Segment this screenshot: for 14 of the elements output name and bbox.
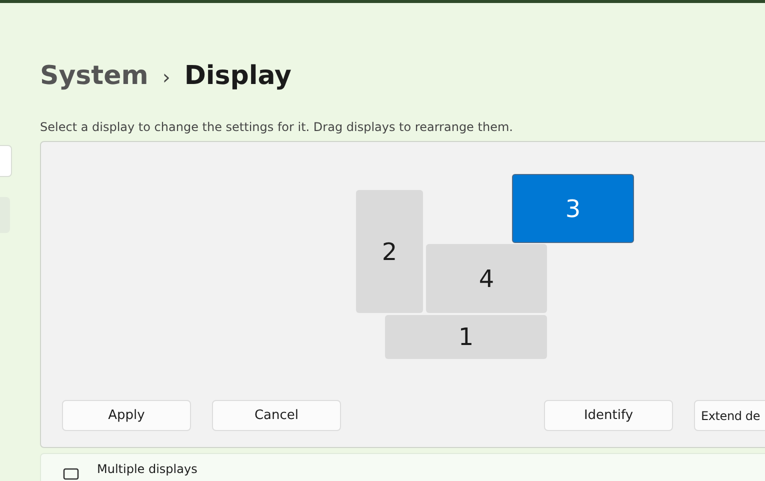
display-tile[interactable]: 1 [385,315,547,359]
page-title: Display [184,61,292,91]
breadcrumb-parent[interactable]: System [40,61,148,91]
identify-button[interactable]: Identify [544,400,673,431]
breadcrumb-separator: › [162,65,170,89]
extend-dropdown[interactable]: Extend de [694,400,765,431]
display-tile[interactable]: 2 [356,190,423,313]
cancel-button[interactable]: Cancel [212,400,341,431]
display-tile[interactable]: 3 [512,174,634,243]
description-text: Select a display to change the settings for it. Drag displays to rearrange them. [40,120,514,134]
monitor-icon [63,468,79,480]
apply-button[interactable]: Apply [62,400,191,431]
display-tile[interactable]: 4 [426,244,547,313]
multiple-displays-label[interactable]: Multiple displays [97,462,198,476]
